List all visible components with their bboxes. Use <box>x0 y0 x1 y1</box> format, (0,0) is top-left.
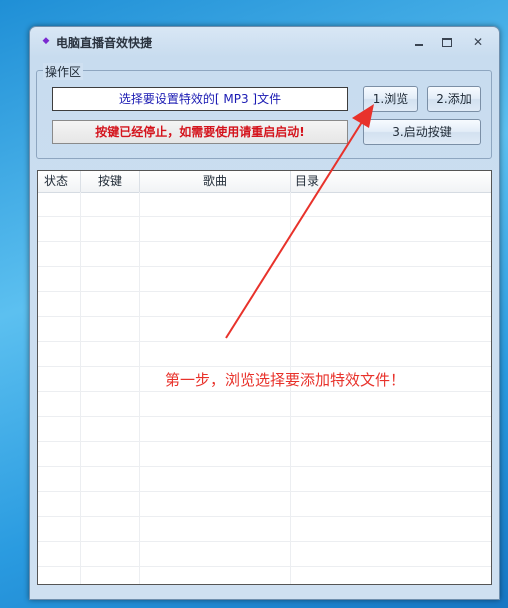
annotation-text: 第一步，浏览选择要添加特效文件！ <box>165 371 406 389</box>
arrow-shaft <box>225 121 363 339</box>
arrow-head <box>352 104 374 128</box>
annotation-arrow <box>225 104 374 339</box>
